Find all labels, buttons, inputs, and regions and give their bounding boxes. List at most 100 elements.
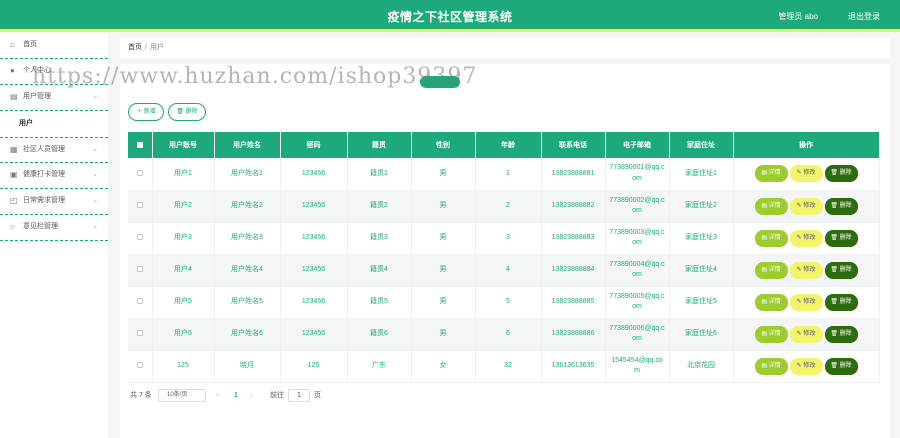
sidebar-item-daily-needs[interactable]: ◰ 日常需求管理 ⌄ bbox=[0, 189, 108, 215]
delete-button[interactable]: 🗑 删除 bbox=[824, 357, 858, 375]
row-checkbox[interactable] bbox=[136, 297, 143, 304]
delete-button[interactable]: 🗑 删除 bbox=[824, 229, 858, 247]
logout-link[interactable]: 退出登录 bbox=[848, 11, 880, 22]
batch-delete-button[interactable]: 🗑 删除 bbox=[168, 103, 206, 121]
table-row: 125 晓月 125 广东女 32 13613613635 1545454@qq.com 北京… bbox=[128, 350, 880, 383]
edit-button[interactable]: ✎ 修改 bbox=[789, 165, 823, 183]
edit-button[interactable]: ✎ 修改 bbox=[789, 325, 823, 343]
row-select-cell bbox=[128, 350, 153, 383]
column-header[interactable]: 性别 bbox=[411, 132, 476, 158]
delete-button[interactable]: 🗑 删除 bbox=[824, 325, 858, 343]
sidebar-item-health-checkin[interactable]: ▣ 健康打卡管理 ⌄ bbox=[0, 163, 108, 189]
row-checkbox[interactable] bbox=[136, 329, 143, 336]
goto-page-input[interactable]: 1 bbox=[288, 389, 310, 402]
breadcrumb-home[interactable]: 首页 bbox=[128, 44, 142, 51]
page-unit: 页 bbox=[314, 392, 321, 399]
table-cell: 籍贯1 bbox=[347, 158, 412, 191]
row-checkbox[interactable] bbox=[136, 265, 143, 272]
column-header[interactable]: 联系电话 bbox=[541, 132, 606, 158]
app-title: 疫情之下社区管理系统 bbox=[387, 10, 513, 24]
table-cell: 13823888884 bbox=[541, 254, 606, 287]
table-cell: 北京花园 bbox=[669, 350, 734, 383]
edit-button[interactable]: ✎ 修改 bbox=[789, 261, 823, 279]
column-header[interactable]: 用户姓名 bbox=[214, 132, 281, 158]
delete-button[interactable]: 🗑 删除 bbox=[824, 197, 858, 215]
delete-button[interactable]: 🗑 删除 bbox=[824, 261, 858, 279]
edit-button[interactable]: ✎ 修改 bbox=[789, 357, 823, 375]
delete-button-label: 删除 bbox=[839, 298, 852, 305]
add-button-label: 新增 bbox=[143, 109, 156, 115]
clipboard-icon: ▣ bbox=[10, 170, 18, 179]
table-cell: 籍贯6 bbox=[347, 318, 412, 351]
column-header[interactable]: 密码 bbox=[280, 132, 348, 158]
table-cell: 125 bbox=[280, 350, 348, 383]
edit-button[interactable]: ✎ 修改 bbox=[789, 229, 823, 247]
column-header[interactable]: 籍贯 bbox=[347, 132, 412, 158]
grid-icon: ▦ bbox=[10, 145, 18, 154]
edit-button[interactable]: ✎ 修改 bbox=[789, 293, 823, 311]
row-actions: ▤ 详情 ✎ 修改 🗑 删除 bbox=[733, 158, 880, 191]
detail-button-label: 详情 bbox=[768, 202, 781, 209]
delete-button[interactable]: 🗑 删除 bbox=[824, 165, 858, 183]
table-row: 用户3 用户姓名3 123456 籍贯3 男 3 13823888883 773890003@… bbox=[128, 222, 880, 255]
table-cell: 用户6 bbox=[152, 318, 215, 351]
row-checkbox[interactable] bbox=[136, 169, 143, 176]
row-actions: ▤ 详情 ✎ 修改 🗑 删除 bbox=[733, 222, 880, 255]
table-cell: 用户姓名6 bbox=[214, 318, 281, 351]
sidebar-subitem-users[interactable]: 用户 bbox=[0, 111, 108, 137]
sidebar-item-feedback[interactable]: ○ 意见栏管理 ⌄ bbox=[0, 215, 108, 241]
row-select-cell bbox=[128, 222, 153, 255]
table-cell: 6 bbox=[475, 318, 542, 351]
breadcrumb-current: 用户 bbox=[149, 44, 164, 51]
watermark: https://www.huzhan.com/ishop39397 bbox=[32, 64, 478, 89]
current-user: 管理员 abo bbox=[778, 12, 818, 21]
sidebar-item-label: 健康打卡管理 bbox=[23, 171, 65, 178]
table-cell: 男 bbox=[411, 222, 476, 255]
detail-button[interactable]: ▤ 详情 bbox=[754, 165, 788, 183]
row-checkbox[interactable] bbox=[136, 233, 143, 240]
table-cell: 2 bbox=[475, 190, 542, 223]
breadcrumb: 首页 / 用户 bbox=[120, 38, 890, 58]
table-row: 用户4 用户姓名4 123456 籍贯4 男 4 13823888884 773890004@… bbox=[128, 254, 880, 287]
table-cell: 广东 bbox=[347, 350, 412, 383]
table-cell: 773890006@qq.com bbox=[605, 318, 670, 351]
detail-button[interactable]: ▤ 详情 bbox=[754, 229, 788, 247]
column-header[interactable]: 用户账号 bbox=[152, 132, 215, 158]
row-checkbox[interactable] bbox=[136, 201, 143, 208]
table-cell: 用户姓名4 bbox=[214, 254, 281, 287]
detail-button[interactable]: ▤ 详情 bbox=[754, 197, 788, 215]
select-all-checkbox[interactable] bbox=[136, 141, 143, 148]
sidebar-item-label: 用户管理 bbox=[23, 93, 51, 100]
edit-button-label: 修改 bbox=[803, 170, 816, 177]
detail-button[interactable]: ▤ 详情 bbox=[754, 293, 788, 311]
delete-button[interactable]: 🗑 删除 bbox=[824, 293, 858, 311]
table-cell: 用户2 bbox=[152, 190, 215, 223]
detail-button[interactable]: ▤ 详情 bbox=[754, 325, 788, 343]
page-size-select[interactable]: 10条/页 bbox=[158, 389, 206, 402]
table-cell: 女 bbox=[411, 350, 476, 383]
home-icon: ⌂ bbox=[10, 40, 15, 49]
sidebar-item-community-staff[interactable]: ▦ 社区人员管理 ⌄ bbox=[0, 137, 108, 163]
add-button[interactable]: ＋ 新增 bbox=[128, 103, 164, 121]
detail-button[interactable]: ▤ 详情 bbox=[754, 261, 788, 279]
table-cell: 13823888881 bbox=[541, 158, 606, 191]
page-number[interactable]: 1 bbox=[234, 389, 238, 403]
next-page-button[interactable]: › bbox=[250, 389, 252, 403]
table-cell: 123456 bbox=[280, 286, 348, 319]
row-checkbox[interactable] bbox=[136, 361, 143, 368]
column-header[interactable]: 家庭住址 bbox=[669, 132, 734, 158]
table-cell: 用户5 bbox=[152, 286, 215, 319]
delete-button-label: 删除 bbox=[839, 170, 852, 177]
detail-button[interactable]: ▤ 详情 bbox=[754, 357, 788, 375]
sidebar-item-home[interactable]: ⌂ 首页 bbox=[0, 33, 108, 59]
table-cell: 男 bbox=[411, 286, 476, 319]
column-header[interactable]: 电子邮箱 bbox=[605, 132, 670, 158]
table-cell: 晓月 bbox=[214, 350, 281, 383]
edit-button[interactable]: ✎ 修改 bbox=[789, 197, 823, 215]
chevron-down-icon: ⌄ bbox=[92, 171, 98, 178]
table-cell: 13823888885 bbox=[541, 286, 606, 319]
column-header[interactable]: 年龄 bbox=[475, 132, 542, 158]
delete-button-label: 删除 bbox=[839, 234, 852, 241]
detail-button-label: 详情 bbox=[768, 298, 781, 305]
prev-page-button[interactable]: ‹ bbox=[216, 389, 218, 403]
